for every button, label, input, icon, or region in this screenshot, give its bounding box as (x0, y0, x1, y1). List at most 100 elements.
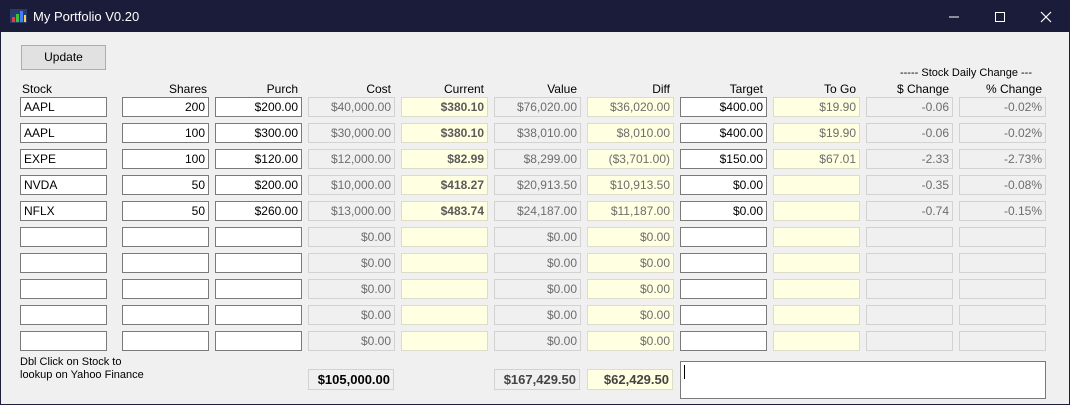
target-cell[interactable] (680, 279, 767, 299)
target-cell[interactable]: $0.00 (680, 201, 767, 221)
cost-cell: $30,000.00 (308, 123, 395, 143)
shares-cell[interactable] (122, 253, 209, 273)
to-go-cell: $67.01 (773, 149, 860, 169)
current-cell (401, 227, 488, 247)
value-cell: $24,187.00 (494, 201, 581, 221)
diff-cell: $11,187.00 (587, 201, 674, 221)
current-cell: $483.74 (401, 201, 488, 221)
header-value: Value (547, 82, 577, 96)
minimize-button[interactable] (931, 1, 977, 32)
pchg-cell (959, 279, 1046, 299)
notes-textbox[interactable] (680, 361, 1046, 399)
value-cell: $0.00 (494, 253, 581, 273)
stock-cell[interactable]: NVDA (20, 175, 107, 195)
cost-cell: $10,000.00 (308, 175, 395, 195)
purch-cell[interactable]: $200.00 (215, 97, 302, 117)
current-cell (401, 331, 488, 351)
cost-cell: $0.00 (308, 253, 395, 273)
text-caret (684, 365, 685, 379)
to-go-cell (773, 305, 860, 325)
purch-cell[interactable] (215, 305, 302, 325)
purch-cell[interactable]: $120.00 (215, 149, 302, 169)
stock-cell[interactable] (20, 305, 107, 325)
target-cell[interactable]: $150.00 (680, 149, 767, 169)
stock-cell[interactable] (20, 227, 107, 247)
diff-cell: $0.00 (587, 227, 674, 247)
current-cell (401, 279, 488, 299)
pchg-cell: -0.15% (959, 201, 1046, 221)
close-button[interactable] (1023, 1, 1069, 32)
target-cell[interactable]: $400.00 (680, 97, 767, 117)
header-diff: Diff (652, 82, 670, 96)
title-bar[interactable]: My Portfolio V0.20 (1, 1, 1069, 32)
shares-cell[interactable]: 100 (122, 149, 209, 169)
dchg-cell (866, 253, 953, 273)
cost-cell: $0.00 (308, 331, 395, 351)
maximize-button[interactable] (977, 1, 1023, 32)
diff-cell: $10,913.50 (587, 175, 674, 195)
to-go-cell (773, 201, 860, 221)
dchg-cell: -2.33 (866, 149, 953, 169)
header-dollar-change: $ Change (896, 82, 949, 96)
to-go-cell (773, 279, 860, 299)
shares-cell[interactable] (122, 279, 209, 299)
shares-cell[interactable] (122, 305, 209, 325)
target-cell[interactable]: $0.00 (680, 175, 767, 195)
dchg-cell: -0.74 (866, 201, 953, 221)
stock-cell[interactable]: AAPL (20, 97, 107, 117)
stock-cell[interactable] (20, 253, 107, 273)
value-cell: $0.00 (494, 227, 581, 247)
header-to-go: To Go (823, 82, 856, 96)
stock-cell[interactable]: NFLX (20, 201, 107, 221)
shares-cell[interactable]: 100 (122, 123, 209, 143)
purch-cell[interactable]: $300.00 (215, 123, 302, 143)
purch-cell[interactable] (215, 253, 302, 273)
shares-cell[interactable]: 50 (122, 175, 209, 195)
header-current: Current (443, 82, 484, 96)
dchg-cell: -0.06 (866, 97, 953, 117)
purch-cell[interactable] (215, 279, 302, 299)
purch-cell[interactable] (215, 227, 302, 247)
minimize-icon (949, 16, 959, 18)
target-cell[interactable] (680, 331, 767, 351)
to-go-cell: $19.90 (773, 97, 860, 117)
diff-cell: $0.00 (587, 253, 674, 273)
cost-cell: $40,000.00 (308, 97, 395, 117)
purch-cell[interactable]: $260.00 (215, 201, 302, 221)
shares-cell[interactable]: 200 (122, 97, 209, 117)
to-go-cell (773, 175, 860, 195)
diff-cell: $0.00 (587, 279, 674, 299)
purch-cell[interactable]: $200.00 (215, 175, 302, 195)
lookup-hint-line2: lookup on Yahoo Finance (20, 369, 144, 381)
current-cell: $380.10 (401, 123, 488, 143)
daily-change-group-label: ----- Stock Daily Change --- (899, 67, 1033, 79)
update-button[interactable]: Update (21, 45, 106, 70)
to-go-cell (773, 227, 860, 247)
shares-cell[interactable] (122, 331, 209, 351)
to-go-cell (773, 253, 860, 273)
stock-cell[interactable]: AAPL (20, 123, 107, 143)
stock-cell[interactable] (20, 279, 107, 299)
stock-cell[interactable]: EXPE (20, 149, 107, 169)
close-icon (1040, 11, 1052, 23)
shares-cell[interactable]: 50 (122, 201, 209, 221)
pchg-cell (959, 331, 1046, 351)
value-cell: $76,020.00 (494, 97, 581, 117)
pchg-cell: -2.73% (959, 149, 1046, 169)
maximize-icon (995, 12, 1005, 22)
value-cell: $38,010.00 (494, 123, 581, 143)
diff-cell: $8,010.00 (587, 123, 674, 143)
target-cell[interactable] (680, 227, 767, 247)
shares-cell[interactable] (122, 227, 209, 247)
dchg-cell: -0.06 (866, 123, 953, 143)
cost-cell: $0.00 (308, 279, 395, 299)
target-cell[interactable] (680, 305, 767, 325)
lookup-hint: Dbl Click on Stock to lookup on Yahoo Fi… (20, 356, 160, 382)
target-cell[interactable]: $400.00 (680, 123, 767, 143)
chart-app-icon (10, 9, 27, 23)
portfolio-window: My Portfolio V0.20 Update ----- Stock Da… (0, 0, 1070, 405)
stock-cell[interactable] (20, 331, 107, 351)
to-go-cell: $19.90 (773, 123, 860, 143)
purch-cell[interactable] (215, 331, 302, 351)
target-cell[interactable] (680, 253, 767, 273)
